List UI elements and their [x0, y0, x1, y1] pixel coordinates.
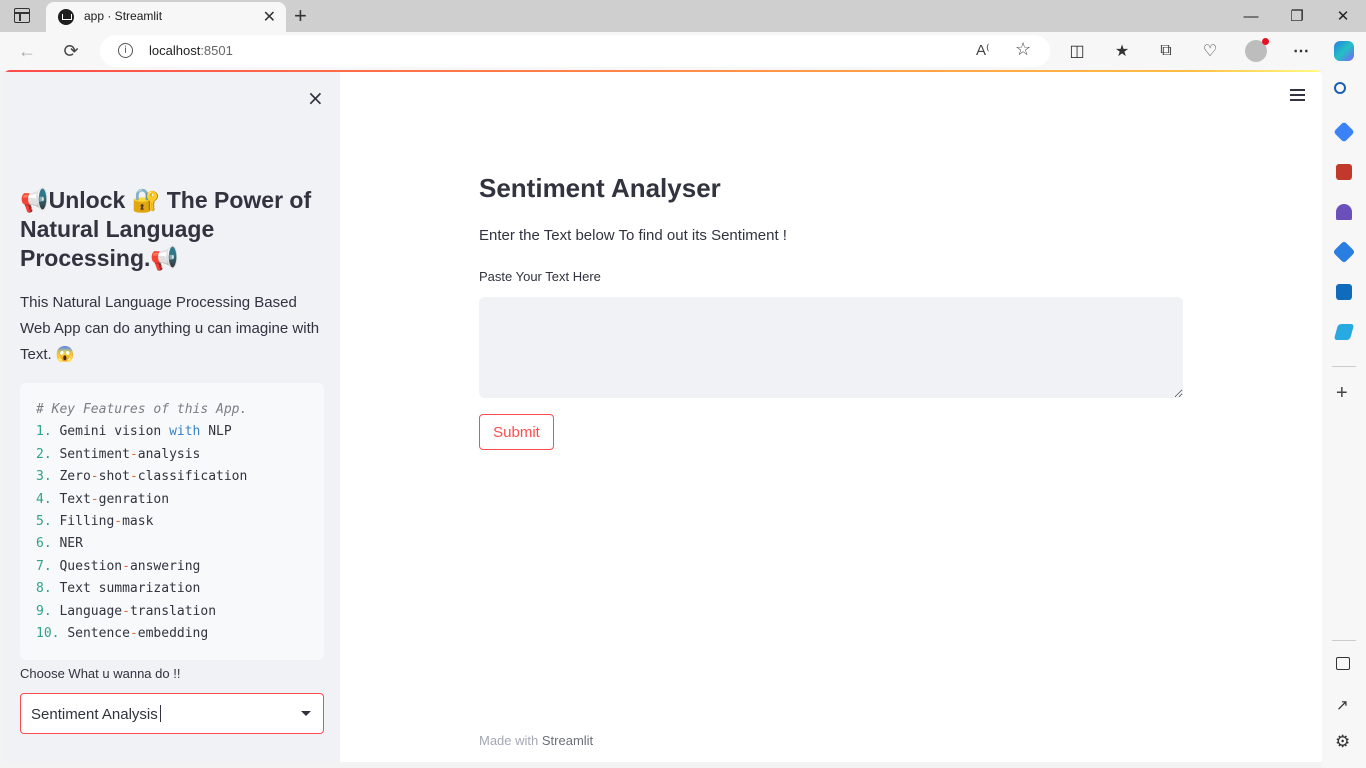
feature-number: 5.: [36, 513, 52, 529]
features-list: 1. Gemini vision with NLP 2. Sentiment-an…: [36, 421, 324, 645]
feature-line: 1. Gemini vision with NLP: [36, 421, 324, 443]
url-port: :8501: [200, 43, 233, 58]
tab-close-icon[interactable]: ✕: [263, 7, 276, 27]
streamlit-favicon-icon: [58, 9, 74, 25]
back-arrow-icon[interactable]: ←: [14, 38, 40, 64]
profile-avatar[interactable]: [1244, 38, 1269, 63]
page-viewport: × 📢Unlock 🔐 The Power of Natural Languag…: [4, 70, 1322, 762]
edge-sidebar: + ↗ ⚙: [1322, 70, 1366, 768]
feature-text: Text-genration: [59, 491, 170, 507]
edge-sidebar-divider: [1332, 366, 1356, 367]
page-title: Sentiment Analyser: [479, 173, 721, 203]
feature-text: NER: [59, 536, 83, 552]
feature-text: Sentiment-analysis: [59, 446, 201, 462]
url-host: localhost: [149, 43, 201, 58]
split-screen-icon[interactable]: ◫: [1065, 39, 1089, 63]
tab-title: app · Streamlit: [84, 9, 163, 23]
feature-line: 9. Language-translation: [36, 601, 324, 623]
footer: Made with Streamlit: [479, 733, 593, 748]
collections-icon[interactable]: ⧉: [1154, 39, 1178, 63]
sidebar-heading: 📢Unlock 🔐 The Power of Natural Language …: [20, 187, 312, 271]
submit-button[interactable]: Submit: [479, 414, 554, 450]
feature-number: 7.: [36, 558, 52, 574]
app-sidebar: × 📢Unlock 🔐 The Power of Natural Languag…: [4, 72, 340, 762]
footer-prefix: Made with: [479, 733, 539, 748]
feature-number: 10.: [36, 625, 60, 641]
favorites-icon[interactable]: ★: [1110, 39, 1134, 63]
chevron-down-icon[interactable]: [301, 711, 311, 716]
feature-text: Sentence-embedding: [67, 625, 209, 641]
feature-text: Zero-shot-classification: [59, 469, 248, 485]
feature-number: 9.: [36, 603, 52, 619]
url-text[interactable]: localhost:8501: [149, 43, 233, 58]
browser-essentials-icon[interactable]: ♡: [1198, 39, 1222, 63]
sidebar-close-icon[interactable]: ×: [307, 86, 324, 110]
copilot-icon[interactable]: [1332, 39, 1356, 63]
feature-text: Language-translation: [59, 603, 217, 619]
feature-number: 1.: [36, 424, 52, 440]
task-select[interactable]: Sentiment Analysis: [20, 693, 324, 734]
select-label: Choose What u wanna do !!: [20, 666, 181, 681]
feature-line: 8. Text summarization: [36, 578, 324, 600]
settings-gear-icon[interactable]: ⚙: [1335, 732, 1350, 752]
feature-line: 5. Filling-mask: [36, 511, 324, 533]
search-icon[interactable]: [1334, 82, 1354, 102]
more-menu-icon[interactable]: ⋯: [1289, 39, 1313, 63]
browser-toolbar: ← ⟳ i localhost:8501 A⁽ ☆ ◫ ★ ⧉ ♡ ⋯: [0, 32, 1366, 70]
features-code-block: # Key Features of this App. 1. Gemini vi…: [20, 383, 324, 660]
feature-line: 3. Zero-shot-classification: [36, 466, 324, 488]
feature-number: 2.: [36, 446, 52, 462]
tag-icon[interactable]: [1333, 121, 1355, 143]
games-icon[interactable]: [1336, 204, 1352, 220]
main-menu-icon[interactable]: [1290, 89, 1306, 101]
window-controls: — ❐ ✕: [1228, 0, 1366, 32]
minimize-button[interactable]: —: [1228, 0, 1274, 32]
send-icon[interactable]: [1333, 324, 1355, 340]
restore-button[interactable]: ❐: [1274, 0, 1320, 32]
feature-text: Text summarization: [59, 581, 201, 597]
sidebar-description: This Natural Language Processing Based W…: [20, 294, 320, 363]
site-info-icon[interactable]: i: [118, 43, 133, 58]
tab-bar: app · Streamlit ✕ + — ❐ ✕: [0, 0, 1366, 32]
tab-actions-icon[interactable]: [14, 8, 30, 23]
browser-window: app · Streamlit ✕ + — ❐ ✕ ← ⟳ i localhos…: [0, 0, 1366, 768]
text-input-area[interactable]: [479, 297, 1183, 398]
new-tab-button[interactable]: +: [294, 3, 307, 29]
external-link-icon[interactable]: ↗: [1336, 696, 1349, 714]
feature-number: 8.: [36, 581, 52, 597]
address-bar[interactable]: i localhost:8501 A⁽ ☆: [100, 35, 1050, 67]
favorite-star-icon[interactable]: ☆: [1015, 39, 1031, 60]
feature-line: 2. Sentiment-analysis: [36, 444, 324, 466]
microsoft365-icon[interactable]: [1332, 240, 1356, 264]
feature-number: 3.: [36, 469, 52, 485]
read-aloud-icon[interactable]: A⁽: [976, 41, 990, 59]
feature-line: 7. Question-answering: [36, 556, 324, 578]
refresh-icon[interactable]: ⟳: [58, 38, 84, 64]
page-description: Enter the Text below To find out its Sen…: [479, 227, 787, 244]
footer-streamlit-link[interactable]: Streamlit: [542, 733, 593, 748]
edge-sidebar-divider-bottom: [1332, 640, 1356, 641]
feature-line: 4. Text-genration: [36, 489, 324, 511]
task-select-value: Sentiment Analysis: [31, 705, 161, 723]
sidebar-toggle-icon[interactable]: [1336, 657, 1350, 670]
add-icon[interactable]: +: [1336, 382, 1348, 405]
feature-text: Gemini vision with NLP: [59, 424, 232, 440]
feature-text: Question-answering: [59, 558, 201, 574]
feature-number: 4.: [36, 491, 52, 507]
outlook-icon[interactable]: [1336, 284, 1352, 300]
feature-text: Filling-mask: [59, 513, 154, 529]
toolbox-icon[interactable]: [1336, 164, 1352, 180]
close-window-button[interactable]: ✕: [1320, 0, 1366, 32]
code-comment: # Key Features of this App.: [36, 402, 248, 417]
feature-number: 6.: [36, 536, 52, 552]
browser-tab[interactable]: app · Streamlit ✕: [46, 2, 286, 32]
feature-line: 10. Sentence-embedding: [36, 623, 324, 645]
feature-line: 6. NER: [36, 533, 324, 555]
textarea-label: Paste Your Text Here: [479, 269, 601, 284]
